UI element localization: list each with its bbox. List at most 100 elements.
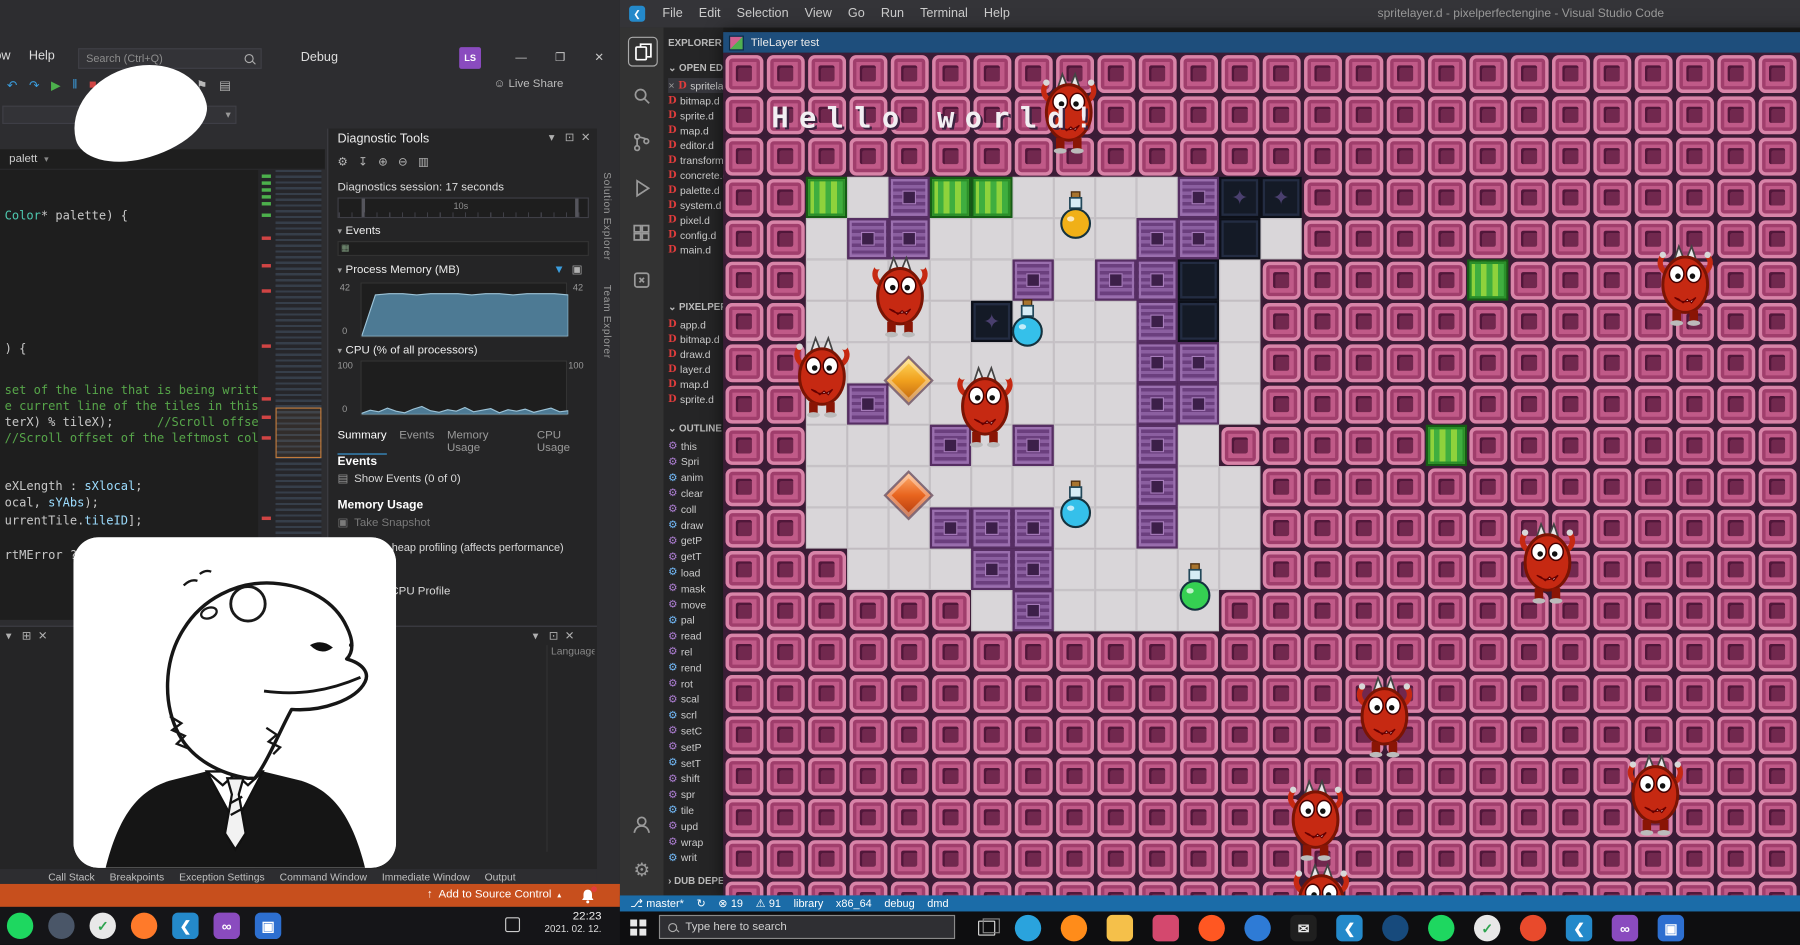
outline-item[interactable]: ⚙load	[668, 565, 723, 580]
file-item[interactable]: Dlayer.d	[668, 362, 723, 377]
bottom-tab-call-stack[interactable]: Call Stack	[48, 871, 95, 882]
close-button[interactable]: ✕	[583, 46, 615, 69]
vs-debug-config-dropdown[interactable]: Debug	[301, 51, 338, 65]
open-editor-item[interactable]: Dpalette.d	[668, 183, 723, 198]
bottom-tab-output[interactable]: Output	[485, 871, 516, 882]
outline-item[interactable]: ⚙upd	[668, 819, 723, 834]
menu-item-window[interactable]: Window	[0, 49, 10, 63]
continue-icon[interactable]: ▶	[51, 77, 61, 92]
task-view-icon[interactable]	[978, 921, 995, 936]
export-icon[interactable]: ↧	[358, 156, 368, 169]
file-item[interactable]: Dbitmap.d	[668, 332, 723, 347]
taskbar-search-box[interactable]: Type here to search	[659, 915, 955, 939]
visual-studio-icon[interactable]: ∞	[214, 913, 240, 939]
status-item-error[interactable]: ⊗19	[718, 897, 743, 910]
photos-icon[interactable]	[1153, 915, 1179, 941]
outline-item[interactable]: ⚙getP	[668, 534, 723, 549]
open-editor-item[interactable]: ✕Dspritelayer.d	[668, 78, 723, 93]
outline-header[interactable]: ⌄ OUTLINE	[668, 422, 722, 435]
menu-item-edit[interactable]: Edit	[691, 7, 729, 21]
outline-item[interactable]: ⚙rend	[668, 660, 723, 675]
outline-item[interactable]: ⚙read	[668, 629, 723, 644]
outline-item[interactable]: ⚙setT	[668, 755, 723, 770]
vscode-icon[interactable]: ❮	[172, 913, 198, 939]
account-icon[interactable]	[628, 810, 656, 838]
open-editor-item[interactable]: Dtransform.d	[668, 153, 723, 168]
outline-item[interactable]: ⚙shift	[668, 771, 723, 786]
diag-tab-summary[interactable]: Summary	[338, 429, 387, 454]
menu-item-run[interactable]: Run	[873, 7, 912, 21]
add-to-source-control-button[interactable]: ↑ Add to Source Control ▴	[427, 889, 561, 902]
tortoise-check-icon[interactable]: ✓	[90, 913, 116, 939]
open-editor-item[interactable]: Deditor.d	[668, 138, 723, 153]
pin-icon[interactable]: ⊡	[549, 630, 559, 643]
bottom-tab-exception-settings[interactable]: Exception Settings	[179, 871, 265, 882]
outline-item[interactable]: ⚙rot	[668, 676, 723, 691]
pin-icon[interactable]: ⊡	[565, 132, 575, 145]
status-item-library[interactable]: library	[794, 897, 824, 910]
extensions-icon[interactable]	[628, 220, 656, 248]
taskbar-clock[interactable]: 22:23 2021. 02. 12.	[519, 910, 602, 934]
menu-item-file[interactable]: File	[654, 7, 690, 21]
filter-icon[interactable]: ▼	[553, 264, 564, 277]
events-section-header[interactable]: ▾Events	[338, 225, 381, 238]
menu-item-terminal[interactable]: Terminal	[912, 7, 976, 21]
edge-icon[interactable]	[1015, 915, 1041, 941]
tortoise-check-icon[interactable]: ✓	[1474, 915, 1500, 941]
close-icon[interactable]: ✕	[38, 630, 48, 643]
memory-section-header[interactable]: ▾Process Memory (MB)	[338, 264, 460, 277]
firefox-icon[interactable]	[131, 913, 157, 939]
open-editor-item[interactable]: Dpixel.d	[668, 212, 723, 227]
panel-grid-icon[interactable]: ⊞	[22, 630, 32, 643]
outline-item[interactable]: ⚙pal	[668, 613, 723, 628]
file-item[interactable]: Dapp.d	[668, 317, 723, 332]
diag-tab-cpu-usage[interactable]: CPU Usage	[537, 429, 597, 454]
tab-team-explorer[interactable]: Team Explorer	[602, 285, 613, 359]
status-item-branch[interactable]: ⎇master*	[630, 897, 684, 910]
outline-item[interactable]: ⚙spr	[668, 787, 723, 802]
settings-gear-icon[interactable]: ⚙	[628, 856, 656, 884]
maximize-button[interactable]: ❐	[544, 46, 576, 69]
open-editor-item[interactable]: Dsprite.d	[668, 108, 723, 123]
vscode-2-icon[interactable]: ❮	[1566, 915, 1592, 941]
bottom-tab-command-window[interactable]: Command Window	[280, 871, 367, 882]
close-icon[interactable]: ✕	[668, 81, 675, 90]
panel-icon[interactable]: ▾	[6, 630, 12, 643]
firefox-red-icon[interactable]	[1520, 915, 1546, 941]
visual-studio-icon[interactable]: ∞	[1612, 915, 1638, 941]
zoom-in-icon[interactable]: ⊕	[378, 156, 388, 169]
outline-item[interactable]: ⚙getT	[668, 549, 723, 564]
open-editor-item[interactable]: Dmap.d	[668, 123, 723, 138]
open-editor-item[interactable]: Dbitmap.d	[668, 93, 723, 108]
source-control-icon[interactable]	[628, 129, 656, 157]
close-icon[interactable]: ✕	[581, 132, 591, 145]
outline-item[interactable]: ⚙rel	[668, 644, 723, 659]
chart-icon[interactable]: ▥	[418, 156, 429, 169]
outline-item[interactable]: ⚙clear	[668, 486, 723, 501]
file-item[interactable]: Dmap.d	[668, 377, 723, 392]
window-app-icon[interactable]: ▣	[1658, 915, 1684, 941]
game-title-bar[interactable]: TileLayer test	[723, 32, 1800, 53]
live-share-button[interactable]: ☺ Live Share	[494, 78, 564, 91]
custom-extension-icon[interactable]	[628, 266, 656, 294]
snapshot-camera-icon[interactable]: ▣	[572, 264, 583, 277]
close-icon[interactable]: ✕	[565, 630, 575, 643]
outline-item[interactable]: ⚙draw	[668, 518, 723, 533]
status-item-dmd[interactable]: dmd	[927, 897, 948, 910]
list-icon[interactable]: ▤	[219, 77, 231, 92]
open-editor-item[interactable]: Dmain.d	[668, 242, 723, 257]
outline-item[interactable]: ⚙tile	[668, 803, 723, 818]
open-editor-item[interactable]: Dsystem.d	[668, 197, 723, 212]
diag-tab-memory-usage[interactable]: Memory Usage	[447, 429, 524, 454]
file-item[interactable]: Ddraw.d	[668, 347, 723, 362]
folder-icon[interactable]	[1107, 915, 1133, 941]
redo-icon[interactable]: ↷	[29, 77, 40, 92]
search-icon[interactable]	[628, 83, 656, 111]
window-app-icon[interactable]: ▣	[255, 913, 281, 939]
menu-item-help[interactable]: Help	[29, 49, 55, 63]
spotify-icon[interactable]	[1428, 915, 1454, 941]
settings-gear-icon[interactable]: ⚙	[338, 156, 348, 169]
take-snapshot-button[interactable]: ▣ Take Snapshot	[338, 517, 431, 530]
outline-item[interactable]: ⚙scrl	[668, 708, 723, 723]
globe-icon[interactable]	[1382, 915, 1408, 941]
